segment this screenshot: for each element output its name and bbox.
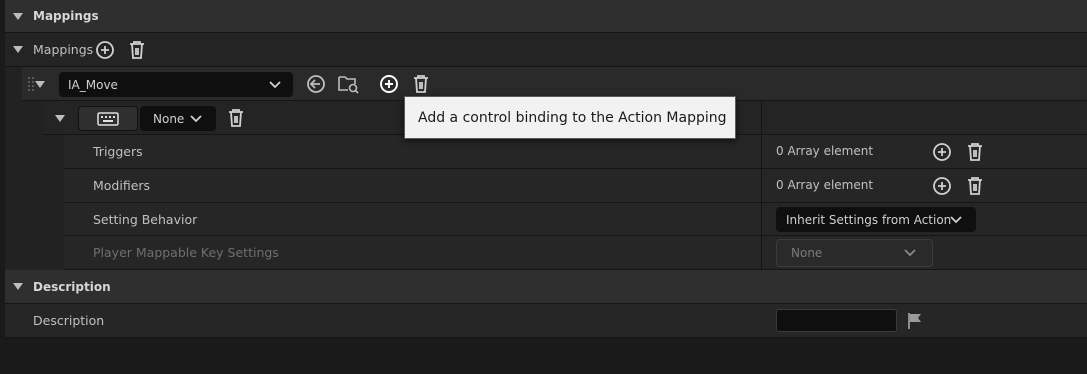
category-description-title: Description <box>33 279 111 294</box>
trash-icon <box>968 143 982 161</box>
category-mappings[interactable]: Mappings <box>5 0 1087 33</box>
clear-mappings-button[interactable] <box>126 39 148 61</box>
remove-action-mapping-button[interactable] <box>410 73 432 95</box>
localization-flag-button[interactable] <box>904 310 926 332</box>
description-input[interactable] <box>776 309 897 332</box>
triggers-value: 0 Array element <box>776 144 874 158</box>
indent-guide <box>5 67 22 270</box>
use-selected-asset-button[interactable] <box>305 73 327 95</box>
back-arrow-icon <box>307 75 325 93</box>
trash-icon <box>414 75 428 93</box>
plus-circle-icon <box>933 143 951 161</box>
keyboard-icon <box>97 111 119 126</box>
chevron-down-icon <box>950 215 962 223</box>
details-panel: Mappings Mappings IA_Move None Triggers … <box>0 0 1087 374</box>
player-mappable-dropdown: None <box>776 239 933 267</box>
tooltip-text: Add a control binding to the Action Mapp… <box>418 109 727 126</box>
key-capture-button[interactable] <box>78 106 138 131</box>
chevron-down-icon <box>269 80 281 88</box>
triangle-expand-icon[interactable] <box>13 12 23 20</box>
category-mappings-title: Mappings <box>33 9 99 23</box>
add-control-binding-button[interactable] <box>378 73 400 95</box>
indent-guide <box>44 135 64 270</box>
clear-modifiers-button[interactable] <box>964 175 986 197</box>
setting-behavior-value: Inherit Settings from Action <box>786 212 952 227</box>
key-selector-value: None <box>153 111 185 126</box>
triangle-expand-icon[interactable] <box>13 283 23 290</box>
action-selector[interactable]: IA_Move <box>59 72 293 97</box>
trash-icon <box>130 41 144 59</box>
key-selector[interactable]: None <box>140 106 216 131</box>
category-description[interactable]: Description <box>5 270 1087 304</box>
remove-key-binding-button[interactable] <box>225 107 247 129</box>
trash-icon <box>968 177 982 195</box>
add-modifier-button[interactable] <box>931 175 953 197</box>
modifiers-label: Modifiers <box>93 178 151 193</box>
plus-circle-icon <box>380 75 398 93</box>
clear-triggers-button[interactable] <box>964 141 986 163</box>
plus-circle-icon <box>96 41 114 59</box>
browse-asset-button[interactable] <box>338 73 360 95</box>
triangle-expand-icon[interactable] <box>55 115 65 122</box>
drag-handle-icon[interactable] <box>27 76 35 96</box>
setting-behavior-dropdown[interactable]: Inherit Settings from Action <box>776 207 976 232</box>
setting-behavior-label: Setting Behavior <box>93 212 198 227</box>
triangle-expand-icon[interactable] <box>35 81 45 88</box>
player-mappable-label: Player Mappable Key Settings <box>93 245 279 260</box>
description-label: Description <box>33 313 105 328</box>
browse-folder-icon <box>338 76 359 94</box>
value-column-divider[interactable] <box>761 101 762 270</box>
triangle-expand-icon[interactable] <box>13 46 23 53</box>
player-mappable-value: None <box>791 246 823 260</box>
triggers-label: Triggers <box>93 144 143 159</box>
add-trigger-button[interactable] <box>931 141 953 163</box>
plus-circle-icon <box>933 177 951 195</box>
chevron-down-icon <box>190 114 202 122</box>
add-binding-tooltip: Add a control binding to the Action Mapp… <box>404 96 736 139</box>
flag-icon <box>908 313 921 329</box>
indent-guide <box>22 101 44 270</box>
add-mapping-button[interactable] <box>94 39 116 61</box>
modifiers-value: 0 Array element <box>776 178 874 192</box>
mappings-array-label: Mappings <box>33 42 94 57</box>
trash-icon <box>229 109 243 127</box>
chevron-down-icon <box>904 249 916 257</box>
mappings-array-row: Mappings <box>5 33 1087 67</box>
action-selector-value: IA_Move <box>68 77 118 92</box>
